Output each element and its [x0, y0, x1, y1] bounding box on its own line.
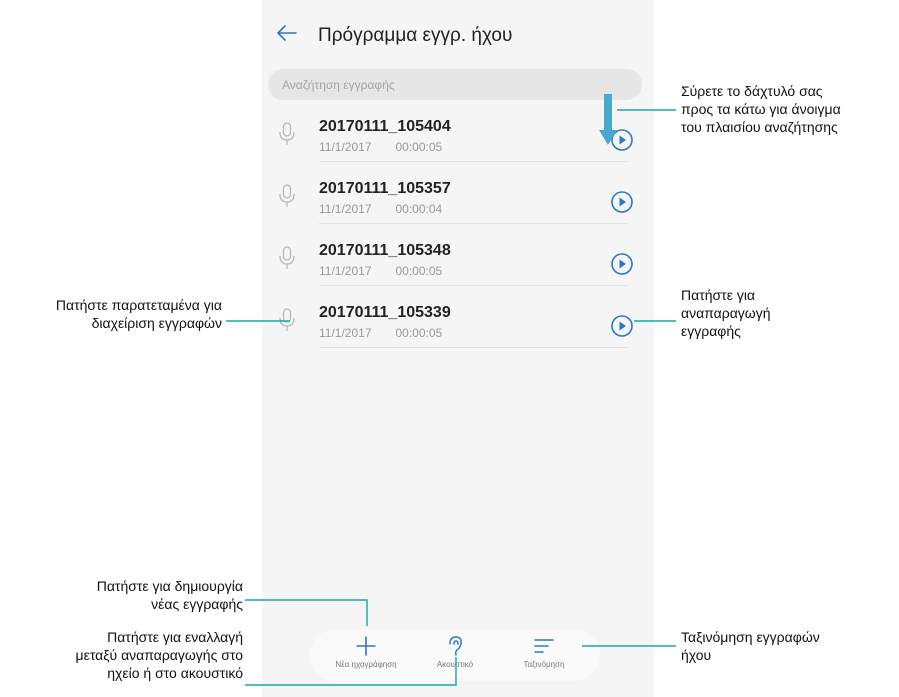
- callout-line-text: Πατήστε για: [681, 287, 756, 303]
- toggle-output-callout: Πατήστε για εναλλαγή μεταξύ αναπαραγωγής…: [76, 628, 243, 682]
- callout-line-text: προς τα κάτω για άνοιγμα: [681, 101, 841, 117]
- callout-line-text: διαχείριση εγγραφών: [91, 315, 222, 331]
- callout-line-text: εγγραφής: [681, 323, 741, 339]
- play-callout: Πατήστε για αναπαραγωγή εγγραφής: [681, 286, 771, 340]
- long-press-callout: Πατήστε παρατεταμένα για διαχείριση εγγρ…: [56, 296, 222, 332]
- new-recording-callout-line: [245, 599, 368, 626]
- callout-line-text: μεταξύ αναπαραγωγής στο: [75, 647, 243, 663]
- callout-line-text: Σύρετε το δάχτυλό σας: [681, 83, 823, 99]
- callout-line-text: αναπαραγωγή: [681, 305, 771, 321]
- callout-line-text: του πλαισίου αναζήτησης: [681, 119, 838, 135]
- toggle-output-callout-line: [245, 657, 457, 686]
- callout-line-text: ήχου: [681, 647, 712, 663]
- callout-line-text: Πατήστε για εναλλαγή: [107, 629, 243, 645]
- new-recording-callout: Πατήστε για δημιουργία νέας εγγραφής: [97, 577, 243, 613]
- callout-line-text: ηχείο ή στο ακουστικό: [107, 665, 243, 681]
- callout-line-text: νέας εγγραφής: [151, 596, 243, 612]
- swipe-down-callout: Σύρετε το δάχτυλό σας προς τα κάτω για ά…: [681, 82, 841, 136]
- callout-line-text: Πατήστε παρατεταμένα για: [55, 297, 222, 313]
- callout-line-text: Ταξινόμηση εγγραφών: [681, 629, 820, 645]
- callout-line-text: Πατήστε για δημιουργία: [96, 578, 243, 594]
- sort-callout: Ταξινόμηση εγγραφών ήχου: [681, 628, 820, 664]
